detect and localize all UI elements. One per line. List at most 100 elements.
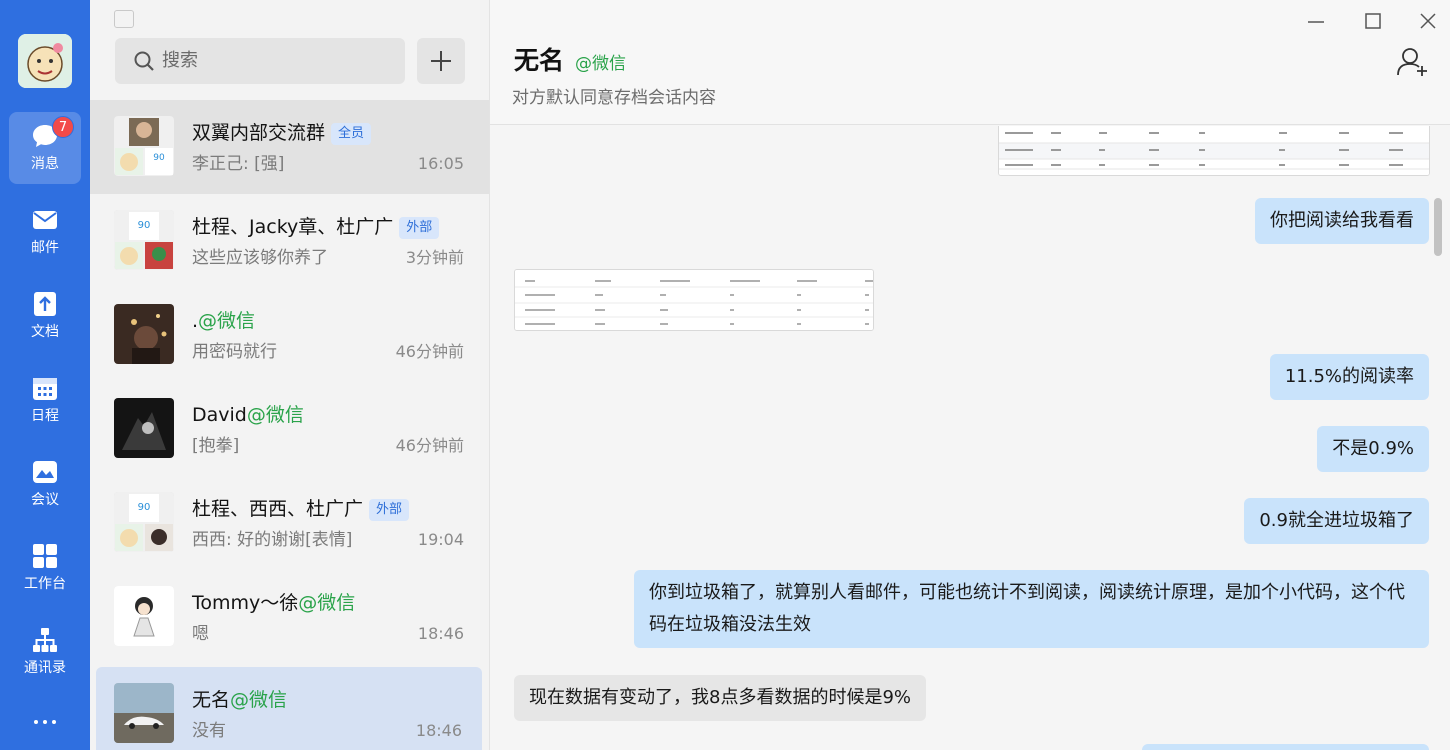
cartoon-avatar-icon xyxy=(18,34,72,88)
nav-contacts[interactable]: 通讯录 xyxy=(9,616,81,688)
group-avatar: 90 xyxy=(114,210,174,270)
table-screenshot-thumbnail-icon xyxy=(999,126,1429,175)
conversation-name: 双翼内部交流群 全员 xyxy=(192,120,372,146)
conversation-item[interactable]: Tommy～徐@微信 嗯 18:46 xyxy=(90,570,489,664)
nav-label: 邮件 xyxy=(31,240,59,256)
archive-notice: 对方默认同意存档会话内容 xyxy=(512,88,716,108)
conversation-name: 无名@微信 xyxy=(192,689,288,711)
outgoing-message[interactable]: 0.9就全进垃圾箱了 xyxy=(1244,498,1429,544)
minimize-button[interactable] xyxy=(1298,8,1334,36)
message-time: 46分钟前 xyxy=(395,342,464,361)
add-member-button[interactable] xyxy=(1396,46,1430,78)
maximize-icon xyxy=(1365,13,1381,29)
nav-meeting[interactable]: 会议 xyxy=(9,448,81,520)
contact-avatar xyxy=(114,586,174,646)
wechat-label: @微信 xyxy=(575,54,626,74)
last-message: 没有 xyxy=(192,721,226,741)
group-avatar: 90 xyxy=(114,116,174,176)
image-message[interactable] xyxy=(998,126,1430,176)
message-time: 3分钟前 xyxy=(405,248,464,267)
outgoing-message[interactable]: 11.5%的阅读率 xyxy=(1269,354,1429,400)
last-message: 西西: 好的谢谢[表情] xyxy=(192,530,353,550)
nav-mail[interactable]: 邮件 xyxy=(9,196,81,268)
external-tag: 外部 xyxy=(399,217,440,239)
nav-label: 通讯录 xyxy=(24,660,66,676)
chat-scrollbar[interactable] xyxy=(1434,198,1442,256)
add-user-icon xyxy=(1397,48,1427,76)
unread-badge: 7 xyxy=(52,116,74,138)
contact-avatar xyxy=(114,304,174,364)
document-icon xyxy=(34,292,56,316)
message-area: 你把阅读给我看看 11.5%的阅读率 不是0.9% 0.9就全进垃圾箱了 你到垃… xyxy=(490,126,1450,750)
my-avatar[interactable] xyxy=(18,34,72,88)
last-message: [抱拳] xyxy=(192,436,240,456)
close-icon xyxy=(1420,13,1436,29)
outgoing-message[interactable]: 你把阅读给我看看 xyxy=(1255,198,1429,244)
message-time: 46分钟前 xyxy=(395,436,464,455)
outgoing-message-partial[interactable] xyxy=(1142,744,1429,750)
svg-text:90: 90 xyxy=(138,220,151,231)
conversation-list: 搜索 90 双翼内部交流群 全员 李正己: [强] 16:05 90 杜程、Ja… xyxy=(90,0,490,750)
conversation-item[interactable]: .@微信 用密码就行 46分钟前 xyxy=(90,288,489,382)
conversation-name: .@微信 xyxy=(192,310,256,332)
photo-avatar-icon xyxy=(114,398,174,458)
nav-messages[interactable]: 7 消息 xyxy=(9,112,81,184)
conversation-item-selected[interactable]: 无名@微信 没有 18:46 xyxy=(96,667,482,750)
chat-header: 无名 @微信 对方默认同意存档会话内容 xyxy=(490,0,1450,125)
outgoing-message[interactable]: 不是0.9% xyxy=(1317,426,1429,472)
meeting-icon xyxy=(33,461,57,483)
nav-label: 文档 xyxy=(31,324,59,340)
search-placeholder: 搜索 xyxy=(162,50,198,71)
cartoon-avatar-icon xyxy=(114,586,174,646)
mini-program-icon[interactable] xyxy=(114,10,134,28)
last-message: 这些应该够你养了 xyxy=(192,248,328,268)
calendar-icon xyxy=(33,378,57,400)
nav-docs[interactable]: 文档 xyxy=(9,280,81,352)
plus-icon xyxy=(431,51,451,71)
search-box[interactable]: 搜索 xyxy=(115,38,405,84)
nav-label: 日程 xyxy=(31,408,59,424)
conversation-item[interactable]: David@微信 [抱拳] 46分钟前 xyxy=(90,382,489,476)
maximize-button[interactable] xyxy=(1355,8,1391,36)
message-time: 18:46 xyxy=(415,721,462,740)
search-icon xyxy=(134,51,154,71)
conversation-item[interactable]: 90 双翼内部交流群 全员 李正己: [强] 16:05 xyxy=(90,100,489,194)
minimize-icon xyxy=(1308,21,1324,23)
group-avatar: 90 xyxy=(114,492,174,552)
photo-avatar-icon xyxy=(114,304,174,364)
nav-more[interactable] xyxy=(9,700,81,750)
last-message: 用密码就行 xyxy=(192,342,277,362)
grid-apps-icon xyxy=(33,544,57,568)
chat-panel: 无名 @微信 对方默认同意存档会话内容 你把阅读给我看看 11.5%的阅读率 不… xyxy=(490,0,1450,750)
conversation-name: 杜程、西西、杜广广 外部 xyxy=(192,496,410,522)
chat-title: 无名 xyxy=(514,46,565,75)
message-time: 19:04 xyxy=(417,530,464,549)
external-tag: 外部 xyxy=(369,499,410,521)
add-button[interactable] xyxy=(417,38,465,84)
nav-calendar[interactable]: 日程 xyxy=(9,364,81,436)
nav-rail: 7 消息 邮件 文档 日程 会议 工作台 通讯录 xyxy=(0,0,90,750)
close-button[interactable] xyxy=(1410,8,1446,36)
conversation-name: Tommy～徐@微信 xyxy=(192,592,356,614)
group-avatar-icon: 90 xyxy=(114,210,174,270)
all-staff-tag: 全员 xyxy=(331,123,372,145)
group-avatar-icon: 90 xyxy=(114,116,174,176)
nav-workbench[interactable]: 工作台 xyxy=(9,532,81,604)
outgoing-message[interactable]: 你到垃圾箱了，就算别人看邮件，可能也统计不到阅读，阅读统计原理，是加个小代码，这… xyxy=(634,570,1429,648)
svg-text:90: 90 xyxy=(153,153,165,163)
nav-label: 消息 xyxy=(31,156,59,172)
contact-avatar xyxy=(114,683,174,743)
conversation-item[interactable]: 90 杜程、西西、杜广广 外部 西西: 好的谢谢[表情] 19:04 xyxy=(90,476,489,570)
mail-icon xyxy=(33,211,57,229)
incoming-message[interactable]: 现在数据有变动了，我8点多看数据的时候是9% xyxy=(514,675,927,721)
car-photo-avatar-icon xyxy=(114,683,174,743)
group-avatar-icon: 90 xyxy=(114,492,174,552)
message-time: 18:46 xyxy=(417,624,464,643)
image-message[interactable] xyxy=(514,269,874,331)
org-chart-icon xyxy=(33,628,57,652)
last-message: 李正己: [强] xyxy=(192,154,285,174)
conversation-name: 杜程、Jacky章、杜广广 外部 xyxy=(192,214,440,240)
message-time: 16:05 xyxy=(417,154,464,173)
conversation-item[interactable]: 90 杜程、Jacky章、杜广广 外部 这些应该够你养了 3分钟前 xyxy=(90,194,489,288)
nav-label: 工作台 xyxy=(24,576,66,592)
